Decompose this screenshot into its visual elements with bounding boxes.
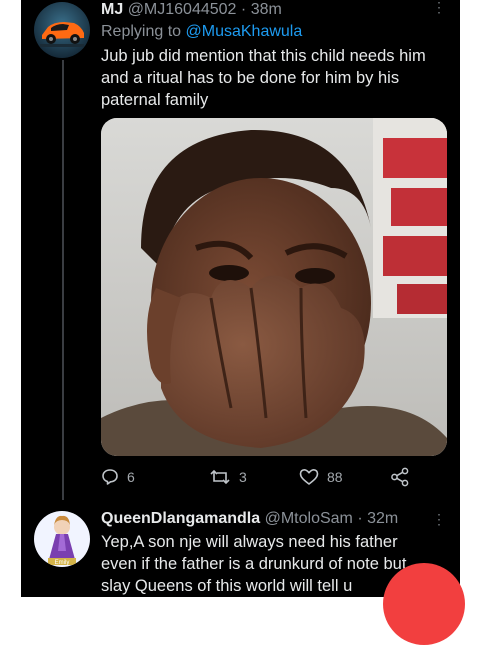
separator: · xyxy=(240,1,247,18)
display-name[interactable]: QueenDlangamandla xyxy=(101,510,260,527)
reply-button[interactable]: 6 xyxy=(101,463,135,491)
tweet-text-line: Jub jub did mention that this child need… xyxy=(101,47,426,65)
retweet-count: 3 xyxy=(239,469,247,485)
tweet-text-line: slay Queens of this world will tell u xyxy=(101,577,353,595)
replying-to-mention[interactable]: @MusaKhawula xyxy=(186,23,303,40)
retweet-icon xyxy=(210,469,230,485)
tweet[interactable]: MJ @MJ16044502 · 38m ⋮ Replying to @Musa… xyxy=(21,0,460,500)
retweet-button[interactable]: 3 xyxy=(209,463,247,491)
heart-icon xyxy=(299,469,319,485)
share-button[interactable] xyxy=(390,463,410,491)
princess-avatar-icon: Emily xyxy=(34,511,90,567)
thread-line xyxy=(62,60,64,500)
tweet-header: QueenDlangamandla @MtoloSam · 32m xyxy=(101,509,398,529)
tweet-actions: 6 3 88 xyxy=(101,463,421,491)
avatar-caption: Emily xyxy=(55,560,70,566)
tweet-media-image[interactable] xyxy=(101,118,447,456)
tweet-header: MJ @MJ16044502 · 38m xyxy=(101,0,282,20)
more-options-icon[interactable]: ⋮ xyxy=(432,0,446,14)
sports-car-avatar-icon xyxy=(34,2,90,58)
reply-icon xyxy=(102,469,118,485)
timeline: MJ @MJ16044502 · 38m ⋮ Replying to @Musa… xyxy=(21,0,460,597)
username[interactable]: @MtoloSam xyxy=(265,510,353,527)
display-name[interactable]: MJ xyxy=(101,1,123,18)
replying-to: Replying to @MusaKhawula xyxy=(101,22,302,42)
timestamp[interactable]: 38m xyxy=(251,1,282,18)
like-count: 88 xyxy=(327,469,343,485)
avatar[interactable]: Emily xyxy=(34,511,90,567)
avatar[interactable] xyxy=(34,2,90,58)
replying-to-label: Replying to xyxy=(101,23,182,40)
timestamp[interactable]: 32m xyxy=(367,510,398,527)
like-button[interactable]: 88 xyxy=(299,463,343,491)
tweet-text-line: Yep,A son nje will always need his fathe… xyxy=(101,533,398,551)
compose-tweet-button[interactable] xyxy=(383,563,465,645)
crying-woman-photo xyxy=(101,118,447,456)
separator: · xyxy=(357,510,363,527)
tweet-text: Jub jub did mention that this child need… xyxy=(101,45,426,111)
tweet-text-line: even if the father is a drunkurd of note… xyxy=(101,555,407,573)
reply-count: 6 xyxy=(127,469,135,485)
more-options-icon[interactable]: ⋮ xyxy=(432,512,446,526)
tweet-text-line: paternal family xyxy=(101,91,209,109)
tweet-text-line: and a ritual has to be done for him by h… xyxy=(101,69,400,87)
share-icon xyxy=(391,467,409,487)
tweet-text: Yep,A son nje will always need his fathe… xyxy=(101,531,406,597)
username[interactable]: @MJ16044502 xyxy=(128,1,237,18)
